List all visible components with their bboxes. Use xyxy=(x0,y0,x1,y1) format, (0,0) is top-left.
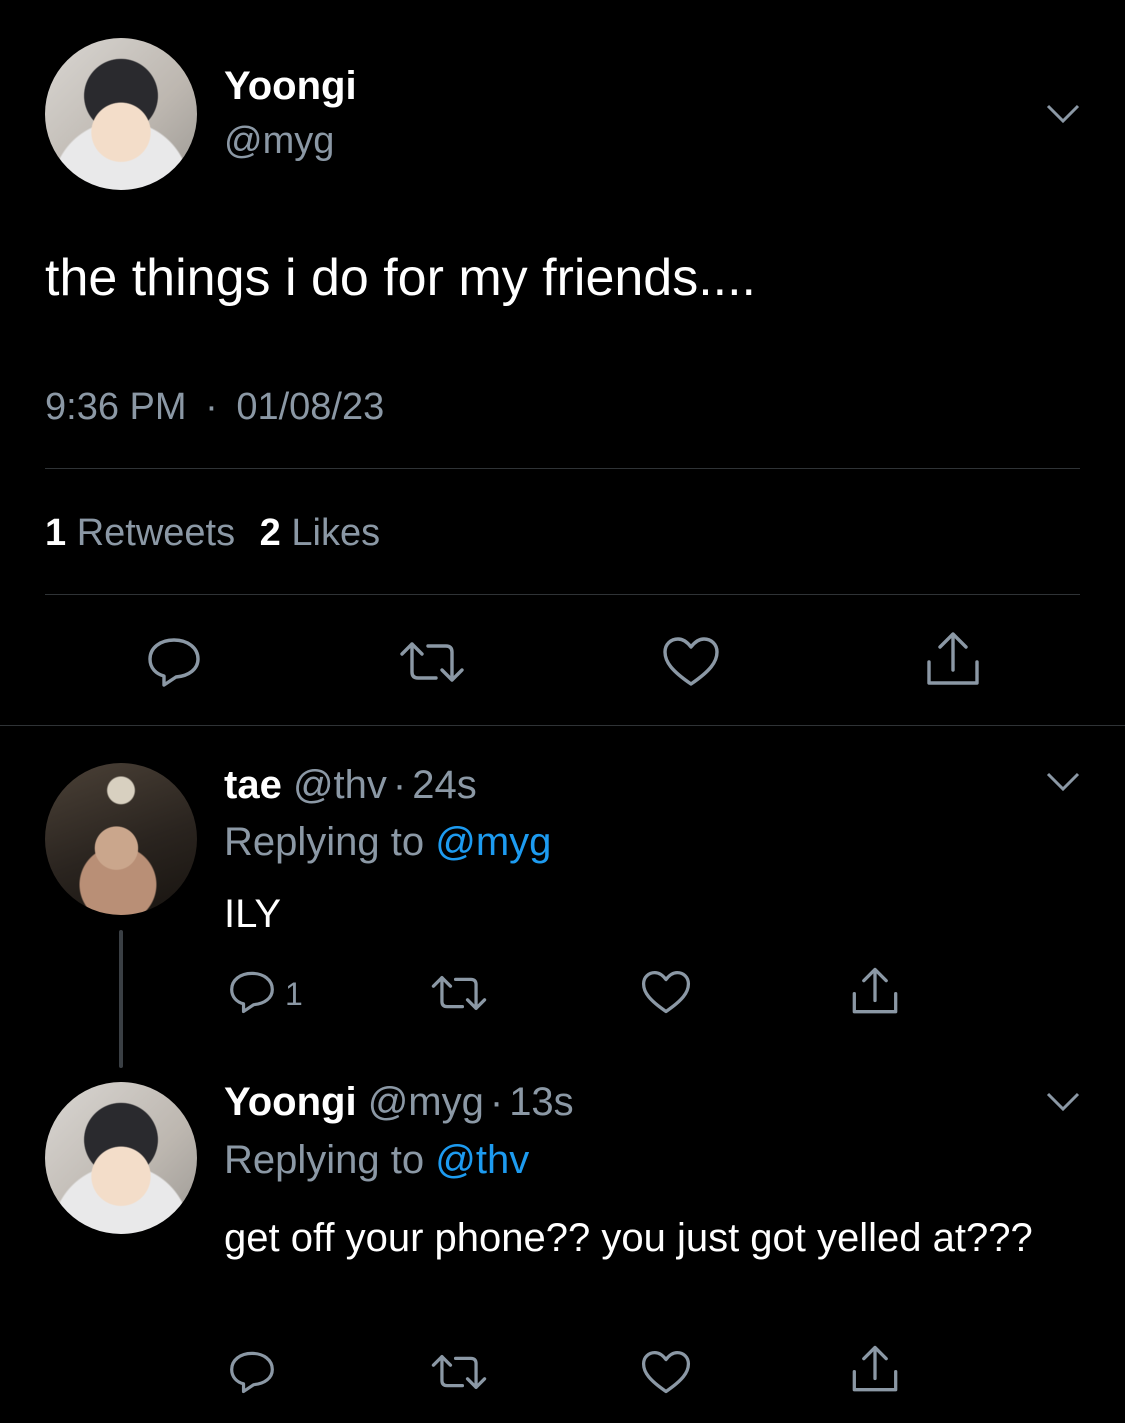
retweets-count: 1 xyxy=(45,512,67,554)
timestamp[interactable]: 24s xyxy=(412,763,477,807)
tweet-text: the things i do for my friends.... xyxy=(45,249,756,307)
retweets-stat[interactable]: 1 Retweets xyxy=(45,512,246,554)
reply-icon[interactable] xyxy=(228,1350,276,1394)
reply-icon[interactable] xyxy=(228,970,276,1014)
reply-header: tae @thv · 24s xyxy=(224,763,477,808)
replying-prefix: Replying to xyxy=(224,820,425,864)
reply-text: get off your phone?? you just got yelled… xyxy=(224,1216,1033,1260)
share-icon[interactable] xyxy=(850,1344,900,1394)
separator: · xyxy=(392,763,407,807)
thread-line xyxy=(119,930,123,1068)
divider xyxy=(0,725,1125,726)
mention-link[interactable]: @thv xyxy=(435,1138,529,1182)
handle[interactable]: @thv xyxy=(293,763,387,807)
divider xyxy=(45,594,1080,595)
share-icon[interactable] xyxy=(924,630,982,688)
date-separator: · xyxy=(205,386,218,428)
handle[interactable]: @myg xyxy=(368,1080,484,1124)
display-name[interactable]: Yoongi xyxy=(224,64,357,109)
engagement-stats: 1 Retweets 2 Likes xyxy=(45,512,380,555)
like-icon[interactable] xyxy=(662,636,720,688)
reply-count: 1 xyxy=(285,976,303,1012)
likes-count: 2 xyxy=(259,512,281,554)
reply-header: Yoongi @myg · 13s xyxy=(224,1080,574,1125)
reply-icon[interactable] xyxy=(146,636,202,688)
likes-stat[interactable]: 2 Likes xyxy=(260,512,380,554)
separator: · xyxy=(489,1080,504,1124)
tweet-time: 9:36 PM xyxy=(45,386,187,428)
divider xyxy=(45,468,1080,469)
retweet-icon[interactable] xyxy=(398,640,466,684)
retweet-icon[interactable] xyxy=(430,974,488,1012)
tweet-timestamp[interactable]: 9:36 PM · 01/08/23 xyxy=(45,386,384,429)
avatar[interactable] xyxy=(45,763,197,915)
reply-text: ILY xyxy=(224,892,282,936)
timestamp[interactable]: 13s xyxy=(509,1080,574,1124)
display-name[interactable]: Yoongi xyxy=(224,1080,357,1124)
retweet-icon[interactable] xyxy=(430,1353,488,1391)
replying-prefix: Replying to xyxy=(224,1138,425,1182)
retweets-label: Retweets xyxy=(76,512,236,554)
avatar[interactable] xyxy=(45,1082,197,1234)
mention-link[interactable]: @myg xyxy=(435,820,551,864)
display-name[interactable]: tae xyxy=(224,763,282,807)
tweet-date: 01/08/23 xyxy=(236,386,385,428)
likes-label: Likes xyxy=(291,512,381,554)
avatar[interactable] xyxy=(45,38,197,190)
handle[interactable]: @myg xyxy=(224,120,334,163)
replying-to: Replying to @myg xyxy=(224,820,551,865)
chevron-down-icon[interactable] xyxy=(1046,1092,1080,1112)
like-icon[interactable] xyxy=(641,1350,691,1395)
replying-to: Replying to @thv xyxy=(224,1138,529,1183)
chevron-down-icon[interactable] xyxy=(1046,104,1080,124)
share-icon[interactable] xyxy=(850,966,900,1016)
like-icon[interactable] xyxy=(641,970,691,1015)
chevron-down-icon[interactable] xyxy=(1046,772,1080,792)
